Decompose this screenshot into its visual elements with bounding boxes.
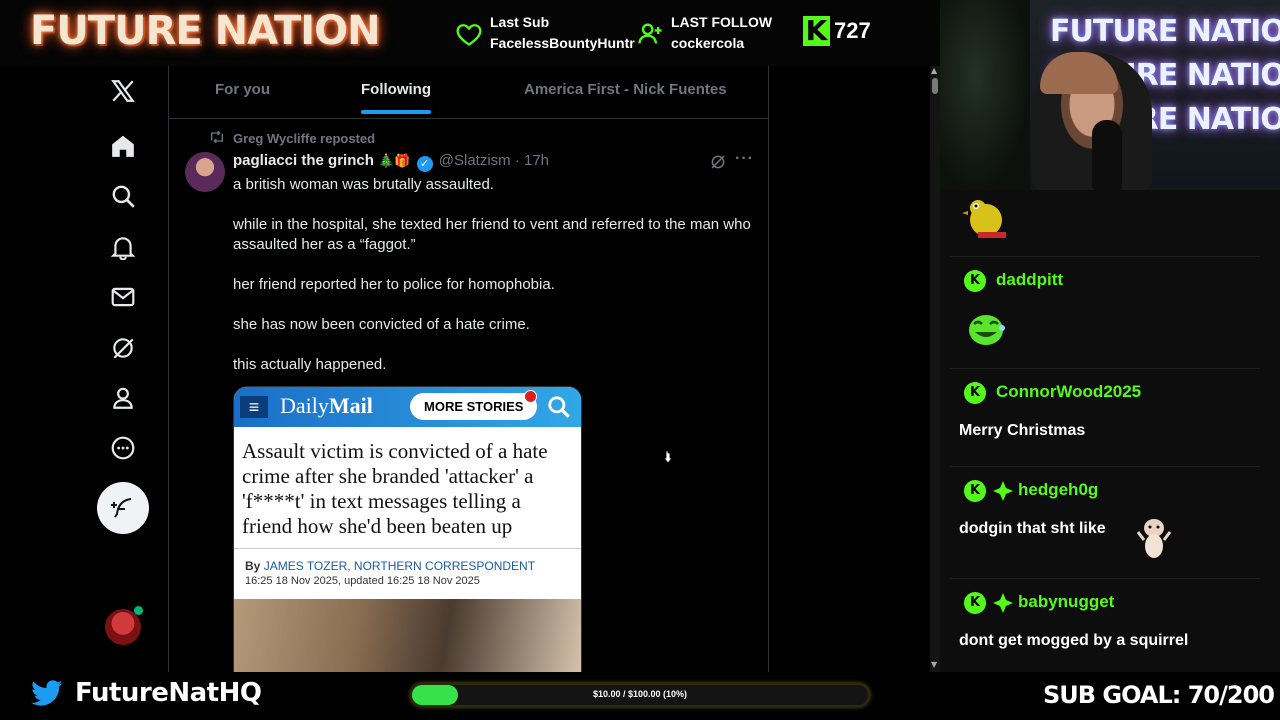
- tweet-body: a british woman was brutally assaulted. …: [233, 175, 753, 395]
- search-icon[interactable]: [106, 179, 140, 213]
- tweet-author-avatar[interactable]: [185, 152, 225, 192]
- tab-following[interactable]: Following: [361, 81, 431, 98]
- scroll-down-arrow-icon[interactable]: ▼: [931, 660, 937, 669]
- follow-user-icon: [638, 23, 662, 44]
- article-photo: [234, 599, 581, 672]
- kick-badge-icon: K: [964, 270, 986, 292]
- chat-divider: [950, 256, 1260, 257]
- divider: [234, 548, 581, 549]
- compose-post-button[interactable]: [97, 482, 149, 534]
- dancing-hamster-emote-icon: [1136, 519, 1172, 558]
- stream-bottom-bar: FutureNatHQ $10.00 / $100.00 (10%) SUB G…: [0, 672, 1280, 720]
- viewer-count: 727: [834, 18, 871, 43]
- messages-mail-icon[interactable]: [106, 280, 140, 314]
- gifter-badge-icon: [993, 481, 1013, 501]
- tweet-paragraph: while in the hospital, she texted her fr…: [233, 216, 751, 253]
- heart-icon: [456, 24, 482, 46]
- notification-dot: [524, 390, 537, 403]
- future-nation-logo: FUTURE NATION: [30, 8, 381, 54]
- x-logo-icon[interactable]: [106, 74, 140, 108]
- webcam-background-plant: [940, 0, 1030, 190]
- online-status-dot: [134, 606, 143, 615]
- home-icon[interactable]: [106, 129, 140, 163]
- gifter-badge-icon: [993, 593, 1013, 613]
- x-browser-area: For you Following America First - Nick F…: [0, 66, 940, 672]
- chat-message-text: Merry Christmas: [959, 422, 1086, 439]
- tweet-paragraph: her friend reported her to police for ho…: [233, 276, 555, 293]
- webcam-feed: FUTURE NATION FUTURE NATION FUTURE NATIO…: [940, 0, 1280, 190]
- stream-top-bar: FUTURE NATION Last Sub FacelessBountyHun…: [0, 0, 940, 66]
- grok-icon[interactable]: [106, 331, 140, 365]
- verified-badge-icon: ✓: [416, 156, 433, 172]
- chat-divider: [950, 578, 1260, 579]
- chat-message-text: dodgin that sht like: [959, 520, 1106, 537]
- daily-mail-logo: DailyMail: [280, 393, 373, 418]
- tab-for-you[interactable]: For you: [215, 81, 270, 98]
- kick-badge-icon: K: [964, 480, 986, 502]
- twitter-handle: FutureNatHQ: [75, 678, 262, 708]
- x-left-nav: [0, 66, 168, 672]
- repost-text: Greg Wycliffe reposted: [233, 131, 376, 146]
- chat-divider: [950, 466, 1260, 467]
- chat-username[interactable]: ConnorWood2025: [996, 382, 1141, 402]
- duck-emote-icon: [962, 200, 1006, 238]
- search-icon: [548, 396, 570, 418]
- active-tab-indicator: [361, 110, 431, 114]
- scroll-up-arrow-icon[interactable]: ▲: [931, 66, 937, 75]
- mouse-cursor-icon: [663, 449, 673, 464]
- page-scrollbar[interactable]: [930, 66, 940, 672]
- more-options-icon[interactable]: [106, 431, 140, 465]
- tweet-paragraph: she has now been convicted of a hate cri…: [233, 316, 530, 333]
- repost-icon: [209, 130, 225, 146]
- tweet-author-name[interactable]: pagliacci the grinch: [233, 152, 374, 169]
- article-date: 16:25 18 Nov 2025, updated 16:25 18 Nov …: [245, 575, 480, 587]
- chat-username[interactable]: hedgeh0g: [1018, 480, 1098, 500]
- last-sub-label: Last Sub: [490, 14, 550, 30]
- daily-mail-header: ≡ DailyMail MORE STORIES: [234, 387, 581, 427]
- tweet-paragraph: a british woman was brutally assaulted.: [233, 176, 494, 193]
- profile-icon[interactable]: [106, 381, 140, 415]
- article-headline: Assault victim is convicted of a hate cr…: [242, 439, 548, 538]
- author-name-emoji: 🎄🎁: [378, 154, 411, 169]
- last-follow-label: LAST FOLLOW: [671, 14, 773, 30]
- tweet-handle-time[interactable]: @Slatzism · 17h: [439, 152, 549, 169]
- x-feed-column: For you Following America First - Nick F…: [168, 66, 769, 672]
- tweet-media-image[interactable]: ≡ DailyMail MORE STORIES Assault victim …: [233, 386, 582, 672]
- feed-tabs: For you Following America First - Nick F…: [169, 66, 769, 119]
- article-byline: By JAMES TOZER, NORTHERN CORRESPONDENT: [245, 559, 536, 573]
- donation-goal-text: $10.00 / $100.00 (10%): [592, 689, 688, 699]
- chat-divider: [950, 368, 1260, 369]
- grok-explain-icon[interactable]: [709, 153, 727, 176]
- notifications-bell-icon[interactable]: [106, 230, 140, 264]
- kick-logo-icon: K: [803, 16, 830, 46]
- scrollbar-thumb[interactable]: [932, 78, 938, 94]
- hamburger-menu-icon: ≡: [240, 396, 268, 418]
- laughing-emote-icon: [969, 315, 1005, 345]
- chat-username[interactable]: daddpitt: [996, 270, 1063, 290]
- tweet-more-icon[interactable]: ···: [735, 150, 754, 168]
- more-stories-button: MORE STORIES: [410, 393, 538, 420]
- microphone: [1092, 120, 1122, 190]
- compose-feather-icon: [111, 498, 132, 518]
- kick-badge-icon: K: [964, 592, 986, 614]
- sub-goal: SUB GOAL: 70/200: [1043, 681, 1275, 709]
- last-follow-value: cockercola: [671, 35, 745, 51]
- repost-label[interactable]: Greg Wycliffe reposted: [209, 130, 376, 146]
- tweet-header: pagliacci the grinch 🎄🎁 ✓ @Slatzism · 17…: [233, 152, 549, 172]
- kick-badge-icon: K: [964, 382, 986, 404]
- chat-message-text: dont get mogged by a squirrel: [959, 632, 1189, 649]
- chat-username[interactable]: babynugget: [1018, 592, 1114, 612]
- tab-america-first[interactable]: America First - Nick Fuentes: [524, 81, 727, 98]
- tweet-paragraph: this actually happened.: [233, 356, 387, 373]
- kick-chat: K daddpitt K ConnorWood2025 Merry Christ…: [940, 190, 1280, 672]
- twitter-bird-icon: [31, 680, 63, 706]
- last-sub-value: FacelessBountyHuntr: [490, 35, 635, 51]
